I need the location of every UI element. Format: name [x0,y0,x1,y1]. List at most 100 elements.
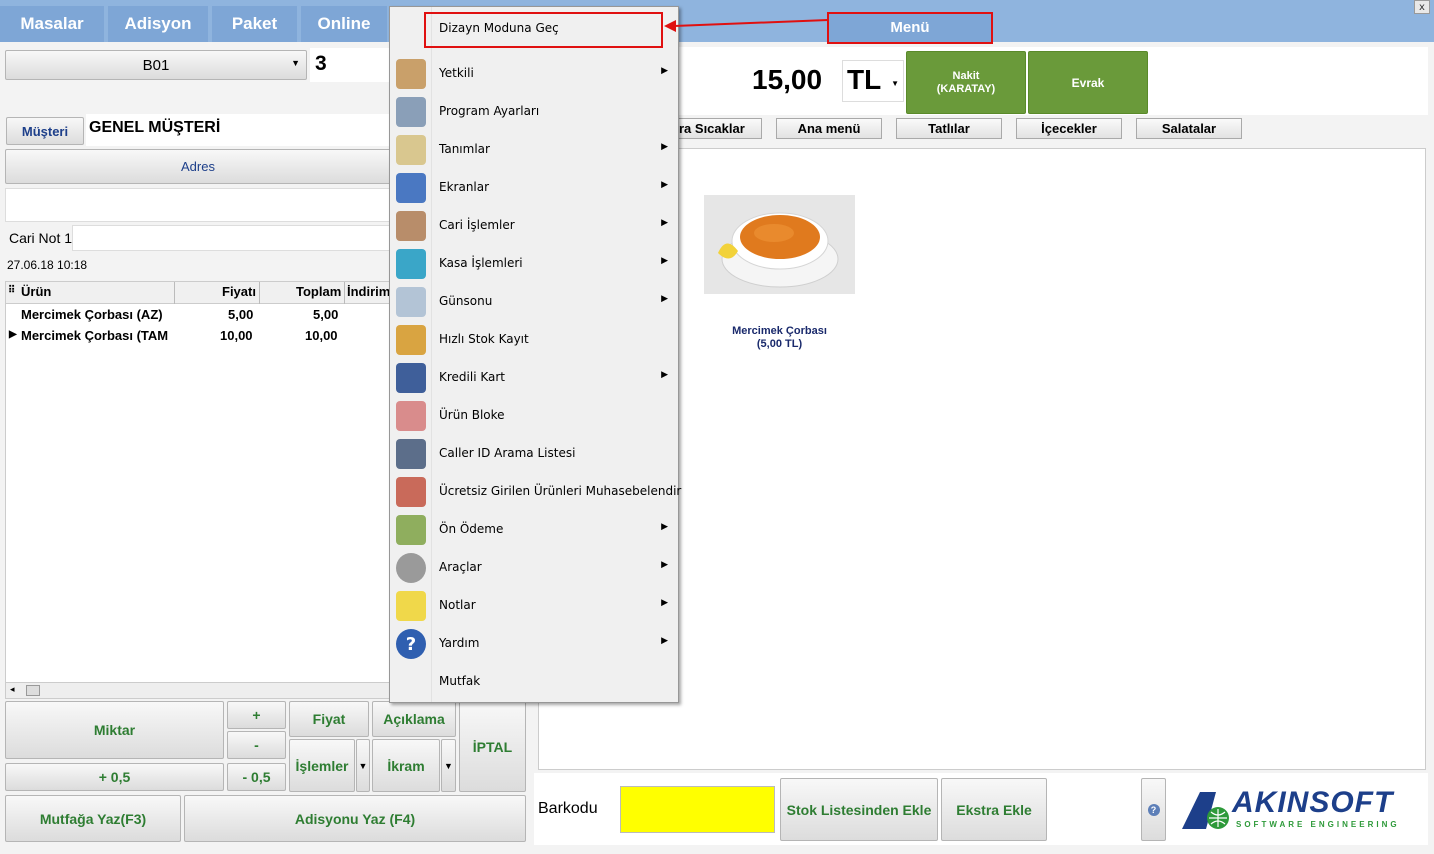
submenu-arrow-icon: ▶ [661,636,668,646]
plus-half-button[interactable]: + 0,5 [5,763,224,791]
submenu-arrow-icon: ▶ [661,522,668,532]
cari-note-label: Cari Not 1 [9,230,73,246]
table-row[interactable]: Mercimek Çorbası (AZ) 5,00 5,00 [6,304,389,325]
grid-header: ⠿ Ürün Fiyatı Toplam İndirim [6,282,389,304]
menu-item-araclar[interactable]: Araçlar ▶ [390,549,678,587]
logo-name: AKINSOFT [1232,786,1394,819]
menu-item-label: Kasa İşlemleri [439,256,523,270]
cari-note-field[interactable] [72,225,390,251]
definitions-clipboard-icon [396,135,426,165]
scrollbar-thumb[interactable] [26,685,40,696]
category-ana-menu[interactable]: Ana menü [776,118,882,139]
scroll-left-icon[interactable]: ◂ [10,685,15,695]
menu-item-urun-bloke[interactable]: Ürün Bloke [390,397,678,435]
currency-select[interactable]: TL ▼ [842,60,904,102]
stock-list-button[interactable]: Stok Listesinden Ekle [780,778,938,841]
horizontal-scrollbar[interactable]: ◂ [6,682,389,698]
menu-item-cari-islemler[interactable]: Cari İşlemler ▶ [390,207,678,245]
col-toplam[interactable]: Toplam [296,284,341,299]
category-sicaklar[interactable]: ra Sıcaklar [672,118,762,139]
menu-item-label: Günsonu [439,294,493,308]
currency-value: TL [847,64,882,95]
address-button[interactable]: Adres [5,149,391,184]
program-settings-icon [396,97,426,127]
menu-item-tanimlar[interactable]: Tanımlar ▶ [390,131,678,169]
order-grid[interactable]: ⠿ Ürün Fiyatı Toplam İndirim Mercimek Ço… [5,281,390,699]
menu-item-label: Yetkili [439,66,474,80]
nakit-button[interactable]: Nakit (KARATAY) [906,51,1026,114]
minus-half-button[interactable]: - 0,5 [227,763,286,791]
col-urun[interactable]: Ürün [21,284,51,299]
menu-item-caller-id[interactable]: Caller ID Arama Listesi [390,435,678,473]
row-price: 10,00 [220,328,253,343]
menu-item-notlar[interactable]: Notlar ▶ [390,587,678,625]
row-selected-icon: ▶ [9,329,17,340]
row-product-name: Mercimek Çorbası (AZ) [21,307,163,322]
menu-item-kasa-islemleri[interactable]: Kasa İşlemleri ▶ [390,245,678,283]
extra-button[interactable]: Ekstra Ekle [941,778,1047,841]
aciklama-button[interactable]: Açıklama [372,701,456,737]
col-fiyati[interactable]: Fiyatı [222,284,256,299]
menu-item-yetkili[interactable]: Yetkili ▶ [390,55,678,93]
help-icon: ? [1147,803,1160,816]
menu-item-label: Mutfak [439,674,481,688]
menu-item-on-odeme[interactable]: Ön Ödeme ▶ [390,511,678,549]
tab-masalar[interactable]: Masalar [0,6,104,42]
tab-online[interactable]: Online [301,6,387,42]
account-operations-icon [396,211,426,241]
free-products-accounting-icon [396,477,426,507]
tab-paket[interactable]: Paket [212,6,297,42]
table-select-dropdown[interactable]: B01 ▼ [5,50,307,80]
evrak-button[interactable]: Evrak [1028,51,1148,114]
highlight-box-menu [827,12,993,44]
address-field[interactable] [5,188,390,222]
category-salatalar[interactable]: Salatalar [1136,118,1242,139]
chevron-down-icon: ▼ [891,79,899,88]
customer-name: GENEL MÜŞTERİ [86,114,390,146]
col-indirim[interactable]: İndirim [347,284,389,299]
tools-gears-icon [396,553,426,583]
menu-item-hizli-stok-kayit[interactable]: Hızlı Stok Kayıt [390,321,678,359]
islemler-button[interactable]: İşlemler [289,739,355,792]
minus-button[interactable]: - [227,731,286,759]
barcode-input[interactable] [620,786,775,833]
customer-button[interactable]: Müşteri [6,117,84,145]
menu-item-label: Tanımlar [439,142,490,156]
tab-adisyon[interactable]: Adisyon [108,6,208,42]
menu-item-ekranlar[interactable]: Ekranlar ▶ [390,169,678,207]
close-icon[interactable]: x [1414,0,1430,14]
category-icecekler[interactable]: İçecekler [1016,118,1122,139]
menu-item-label: Ön Ödeme [439,522,504,536]
menu-item-program-ayarlari[interactable]: Program Ayarları [390,93,678,131]
plus-button[interactable]: + [227,701,286,729]
category-tatlilar[interactable]: Tatlılar [896,118,1002,139]
menu-item-label: Caller ID Arama Listesi [439,446,576,460]
ikram-button[interactable]: İkram [372,739,440,792]
menu-item-kredili-kart[interactable]: Kredili Kart ▶ [390,359,678,397]
app-window: Masalar Adisyon Paket Online Menü x B01 … [0,0,1434,854]
menu-item-ucretsiz-urunler[interactable]: Ücretsiz Girilen Ürünleri Muhasebelendir [390,473,681,511]
fiyat-button[interactable]: Fiyat [289,701,369,737]
islemler-dropdown-icon[interactable]: ▼ [356,739,370,792]
total-amount: 15,00 [752,64,823,95]
menu-item-gunsonu[interactable]: Günsonu ▶ [390,283,678,321]
person-count[interactable]: 3 [310,48,390,82]
iptal-button[interactable]: İPTAL [459,701,526,792]
submenu-arrow-icon: ▶ [661,66,668,76]
menu-item-yardim[interactable]: ? Yardım ▶ [390,625,678,663]
menu-item-mutfak[interactable]: Mutfak [390,663,678,701]
row-total: 5,00 [313,307,339,322]
submenu-arrow-icon: ▶ [661,370,668,380]
miktar-button[interactable]: Miktar [5,701,224,759]
submenu-arrow-icon: ▶ [661,294,668,304]
help-button[interactable]: ? [1141,778,1166,841]
mutfaga-yaz-button[interactable]: Mutfağa Yaz(F3) [5,795,181,842]
submenu-arrow-icon: ▶ [661,256,668,266]
ikram-dropdown-icon[interactable]: ▼ [441,739,456,792]
table-row[interactable]: ▶ Mercimek Çorbası (TAM 10,00 10,00 [6,325,389,346]
row-price: 5,00 [228,307,254,322]
product-card-soup[interactable] [704,195,855,294]
adisyonu-yaz-button[interactable]: Adisyonu Yaz (F4) [184,795,526,842]
annotation-arrow-icon [664,19,829,32]
screens-icon [396,173,426,203]
